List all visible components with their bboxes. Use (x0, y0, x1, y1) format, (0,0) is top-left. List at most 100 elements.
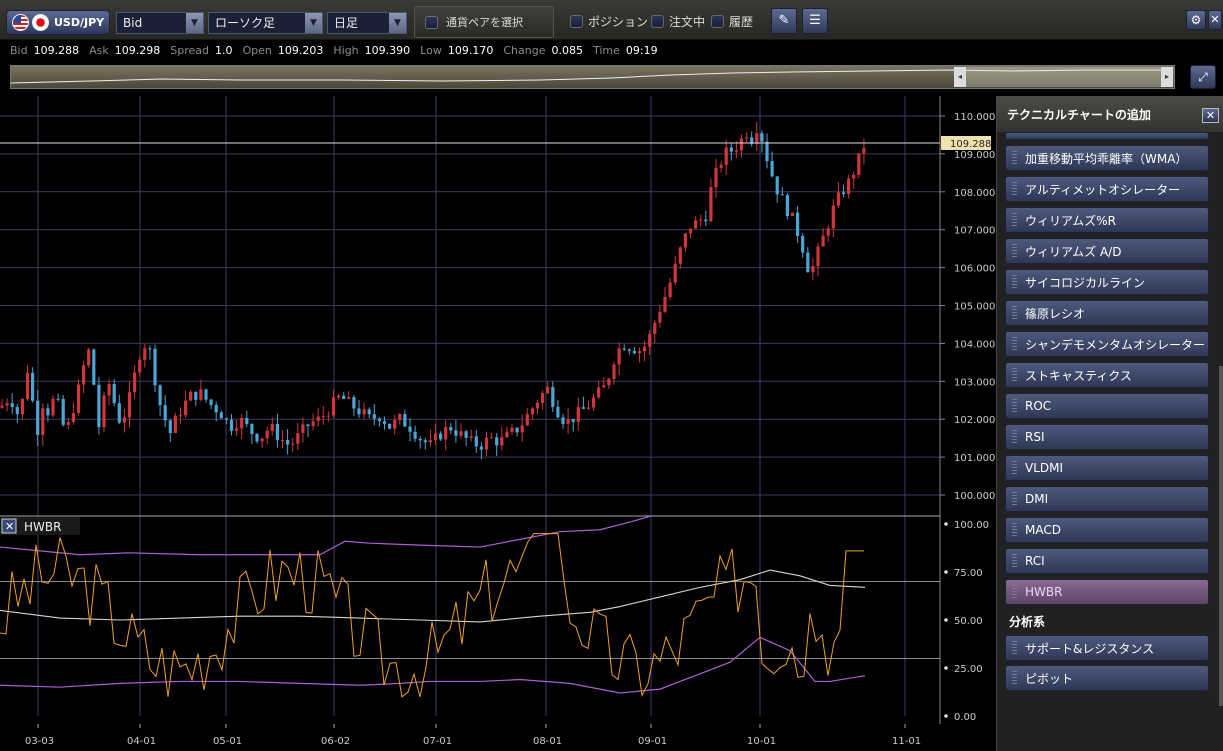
select-pair-button[interactable]: 通貨ペアを選択 (414, 6, 554, 38)
select-pair-checkbox[interactable] (425, 15, 438, 29)
date-tick-label: 05-01 (213, 736, 242, 747)
candle-body (229, 419, 234, 431)
drag-handle-icon[interactable] (1012, 554, 1017, 568)
indicator-label: HWBR (1025, 585, 1063, 599)
drag-handle-icon[interactable] (1012, 306, 1017, 320)
candle-body (209, 399, 213, 406)
currency-pair-button[interactable]: USD/JPY (6, 10, 110, 35)
candle-body (275, 424, 279, 441)
indicator-item[interactable]: サイコロジカルライン (1005, 269, 1209, 295)
indicator-item[interactable]: ウィリアムズ%R (1005, 207, 1209, 233)
expand-chart-button[interactable]: ⤢ (1190, 65, 1216, 89)
drag-handle-icon[interactable] (1012, 585, 1017, 599)
candle-body (454, 430, 458, 436)
candle-body (566, 419, 570, 424)
price-chart[interactable]: 110.000 109.000 108.000 107.000 106.000 105.0… (0, 96, 995, 751)
drag-handle-icon[interactable] (1012, 151, 1017, 165)
drag-handle-icon[interactable] (1012, 399, 1017, 413)
candle-body (688, 228, 693, 234)
drag-handle-icon[interactable] (1012, 523, 1017, 537)
indicator-tick-label: 75.00 (954, 568, 983, 579)
indicator-item[interactable]: シャンデモメンタムオシレーター (1005, 331, 1209, 357)
candle-body (352, 397, 356, 409)
timeframe-select[interactable]: 日足 ▼ (327, 12, 407, 34)
quote-label-ask: Ask (89, 43, 109, 57)
navigator-right-handle[interactable]: ▸ (1161, 67, 1173, 87)
candle-body (240, 417, 244, 429)
date-tick-label: 04-01 (127, 736, 156, 747)
panel-scrollbar[interactable] (1219, 366, 1223, 706)
indicator-item[interactable]: MACD (1005, 517, 1209, 543)
quote-bar: Bid 109.288 Ask 109.298 Spread 1.0 Open 109.203… (0, 41, 1223, 59)
candle-body (117, 403, 121, 423)
indicator-label: RSI (1025, 430, 1045, 444)
candle-body (806, 252, 810, 273)
candle-body (143, 348, 147, 360)
candle-body (224, 418, 228, 420)
indicator-item[interactable]: ピボット (1005, 665, 1209, 691)
drag-handle-icon[interactable] (1012, 461, 1017, 475)
candle-body (337, 395, 341, 398)
candle-body (439, 433, 443, 440)
draw-tool-button[interactable]: ✎ (771, 8, 797, 34)
list-button[interactable]: ☰ (802, 8, 828, 34)
drag-handle-icon[interactable] (1012, 641, 1017, 655)
candle-body (153, 348, 157, 386)
drag-handle-icon[interactable] (1012, 213, 1017, 227)
candle-body (235, 428, 239, 431)
indicator-tick-mark (944, 666, 948, 670)
chart-canvas[interactable]: 110.000 109.000 108.000 107.000 106.000 105.0… (0, 96, 995, 751)
settings-button[interactable]: ⚙ (1186, 10, 1206, 30)
indicator-item[interactable]: VLDMI (1005, 455, 1209, 481)
orders-toggle[interactable]: 注文中 (651, 13, 705, 30)
candle-body (704, 219, 708, 222)
position-checkbox[interactable] (570, 15, 583, 28)
navigator-range[interactable] (954, 67, 1164, 87)
candle-body (326, 415, 330, 417)
indicator-label: VLDMI (1025, 461, 1064, 475)
candle-body (658, 311, 662, 323)
indicator-item[interactable]: HWBR (1005, 579, 1209, 605)
indicator-item[interactable]: RCI (1005, 548, 1209, 574)
candle-body (780, 194, 784, 196)
indicator-item[interactable]: サポート&レジスタンス (1005, 635, 1209, 661)
indicator-item[interactable]: RSI (1005, 424, 1209, 450)
indicator-item[interactable]: アルティメットオシレーター (1005, 176, 1209, 202)
select-pair-label: 通貨ペアを選択 (446, 16, 523, 29)
indicator-item[interactable]: DMI (1005, 486, 1209, 512)
history-checkbox[interactable] (711, 15, 724, 28)
candle-body (673, 263, 677, 283)
indicator-item[interactable]: ウィリアムズ A/D (1005, 238, 1209, 264)
indicator-item[interactable]: ストキャスティクス (1005, 362, 1209, 388)
drag-handle-icon[interactable] (1012, 492, 1017, 506)
price-tick-label: 102.000 (954, 415, 995, 426)
indicator-tick-mark (944, 570, 948, 574)
candle-body (204, 389, 208, 400)
indicator-item[interactable]: 加重移動平均乖離率（WMA） (1005, 145, 1209, 171)
indicator-item[interactable]: 篠原レシオ (1005, 300, 1209, 326)
candle-body (622, 348, 626, 350)
drag-handle-icon[interactable] (1012, 671, 1017, 685)
price-type-select[interactable]: Bid ▼ (116, 12, 204, 34)
candle-body (398, 414, 402, 421)
chart-type-select[interactable]: ローソク足 ▼ (208, 12, 323, 34)
orders-checkbox[interactable] (651, 15, 664, 28)
position-toggle[interactable]: ポジション (570, 13, 648, 30)
candle-body (699, 219, 703, 221)
chart-navigator[interactable]: ◂ ▸ (10, 65, 1175, 89)
history-toggle[interactable]: 履歴 (711, 13, 753, 30)
drag-handle-icon[interactable] (1012, 244, 1017, 258)
drag-handle-icon[interactable] (1012, 368, 1017, 382)
drag-handle-icon[interactable] (1012, 430, 1017, 444)
candle-body (775, 176, 779, 195)
indicator-item-partial[interactable] (1005, 132, 1209, 140)
candle-body (413, 431, 417, 439)
close-button[interactable]: ✕ (1208, 10, 1222, 30)
drag-handle-icon[interactable] (1012, 275, 1017, 289)
panel-close-button[interactable]: ✕ (1202, 108, 1219, 123)
navigator-left-handle[interactable]: ◂ (954, 67, 966, 87)
drag-handle-icon[interactable] (1012, 182, 1017, 196)
indicator-item[interactable]: ROC (1005, 393, 1209, 419)
candle-body (469, 436, 473, 438)
drag-handle-icon[interactable] (1012, 337, 1017, 351)
